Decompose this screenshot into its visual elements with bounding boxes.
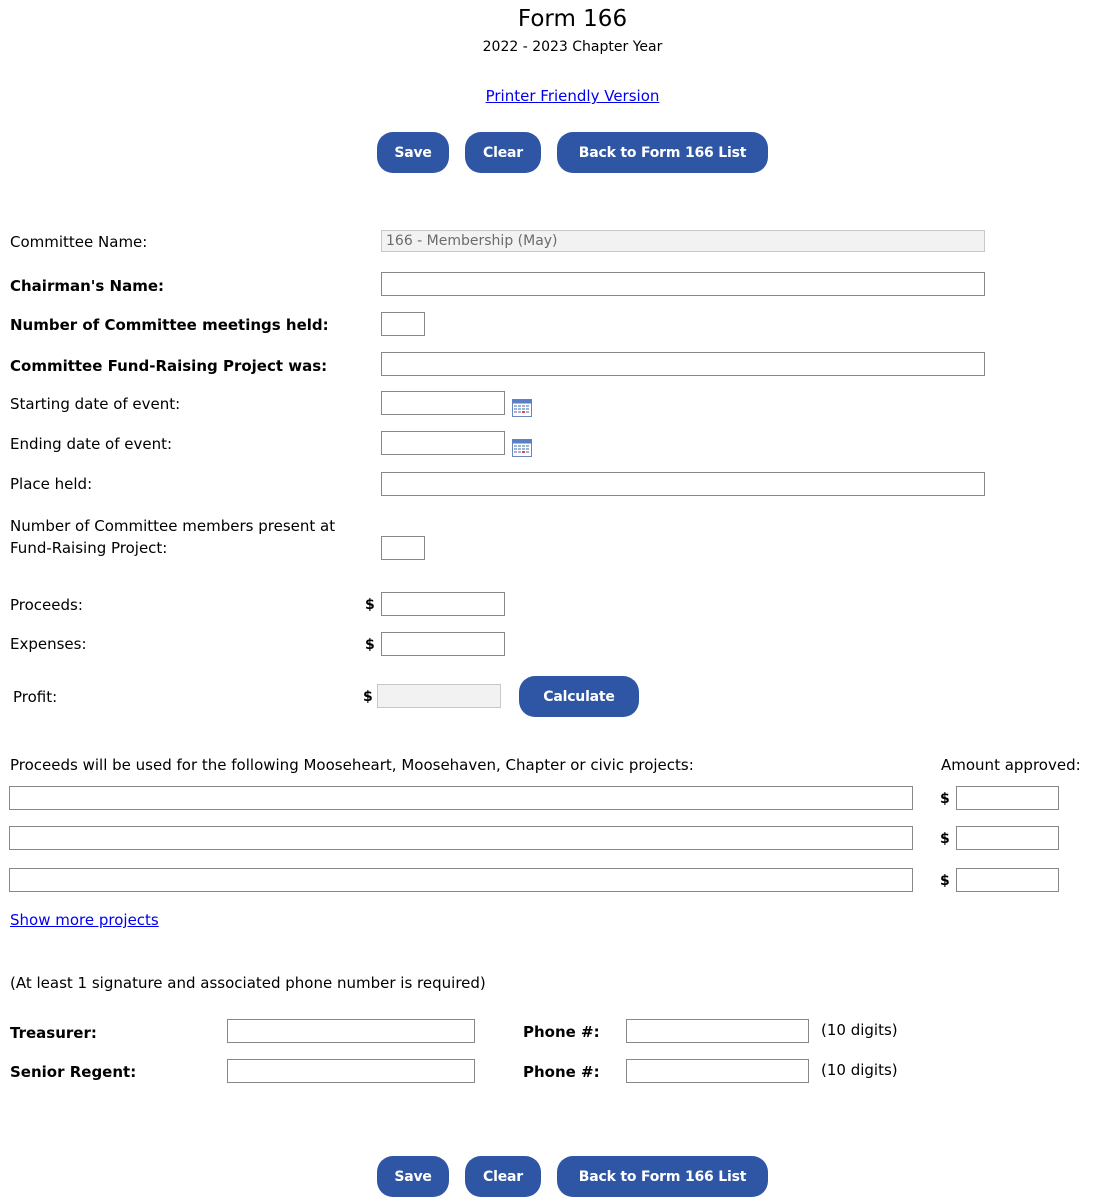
proceeds-label: Proceeds: [10,596,83,614]
save-button-top[interactable]: Save [377,132,449,173]
page-title: Form 166 [517,6,628,32]
clear-button-top[interactable]: Clear [465,132,541,173]
chairman-name-field[interactable] [381,272,985,296]
calendar-icon[interactable] [512,439,532,457]
start-date-field[interactable] [381,391,505,415]
signature-note: (At least 1 signature and associated pho… [10,974,486,992]
dollar-sign: $ [940,873,950,889]
senior-regent-phone-field[interactable] [626,1059,809,1083]
senior-regent-field[interactable] [227,1059,475,1083]
place-held-field[interactable] [381,472,985,496]
members-present-label-line2: Fund-Raising Project: [10,539,168,557]
meetings-held-label: Number of Committee meetings held: [10,316,329,334]
fund-raising-project-label: Committee Fund-Raising Project was: [10,357,328,375]
profit-label: Profit: [13,688,58,706]
printer-friendly-link[interactable]: Printer Friendly Version [486,87,660,105]
calculate-button[interactable]: Calculate [519,676,639,717]
project-description-field-1[interactable] [9,786,913,810]
project-amount-field-2[interactable] [956,826,1059,850]
clear-button-bottom[interactable]: Clear [465,1156,541,1197]
expenses-field[interactable] [381,632,505,656]
page-subtitle: 2022 - 2023 Chapter Year [482,39,663,55]
treasurer-field[interactable] [227,1019,475,1043]
treasurer-label: Treasurer: [10,1024,97,1042]
dollar-sign: $ [365,637,375,653]
profit-field [377,684,501,708]
meetings-held-field[interactable] [381,312,425,336]
chairman-name-label: Chairman's Name: [10,277,164,295]
phone-label: Phone #: [523,1023,600,1041]
phone-hint: (10 digits) [821,1061,898,1079]
start-date-label: Starting date of event: [10,395,181,413]
calendar-icon[interactable] [512,399,532,417]
dollar-sign: $ [365,597,375,613]
senior-regent-label: Senior Regent: [10,1063,137,1081]
amount-approved-label: Amount approved: [941,756,1081,774]
members-present-field[interactable] [381,536,425,560]
expenses-label: Expenses: [10,635,87,653]
committee-name-field [381,230,985,252]
project-description-field-2[interactable] [9,826,913,850]
back-to-list-button-bottom[interactable]: Back to Form 166 List [557,1156,768,1197]
phone-hint: (10 digits) [821,1021,898,1039]
end-date-label: Ending date of event: [10,435,173,453]
dollar-sign: $ [363,689,373,705]
members-present-label-line1: Number of Committee members present at [10,517,336,535]
dollar-sign: $ [940,831,950,847]
dollar-sign: $ [940,791,950,807]
projects-label: Proceeds will be used for the following … [10,756,694,774]
project-amount-field-1[interactable] [956,786,1059,810]
committee-name-label: Committee Name: [10,233,148,251]
back-to-list-button-top[interactable]: Back to Form 166 List [557,132,768,173]
project-description-field-3[interactable] [9,868,913,892]
phone-label: Phone #: [523,1063,600,1081]
fund-raising-project-field[interactable] [381,352,985,376]
show-more-projects-link[interactable]: Show more projects [10,911,159,929]
treasurer-phone-field[interactable] [626,1019,809,1043]
project-amount-field-3[interactable] [956,868,1059,892]
end-date-field[interactable] [381,431,505,455]
place-held-label: Place held: [10,475,93,493]
save-button-bottom[interactable]: Save [377,1156,449,1197]
proceeds-field[interactable] [381,592,505,616]
